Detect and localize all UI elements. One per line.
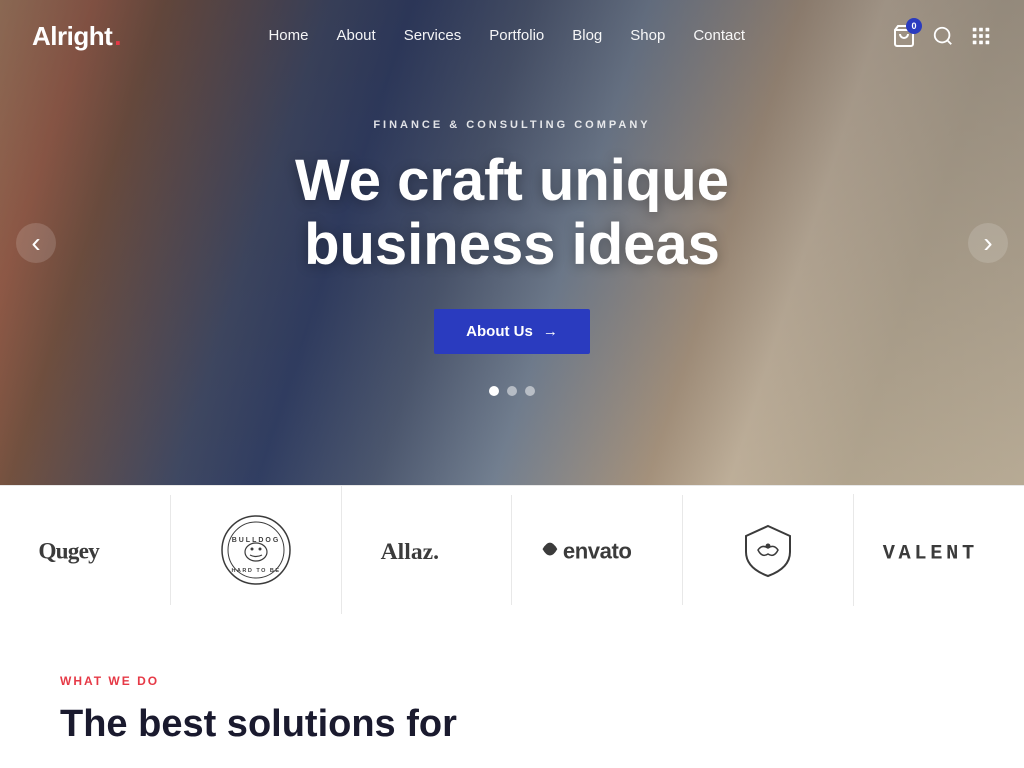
bulldog-logo: BULLDOG HARD TO BE: [220, 514, 292, 586]
nav-item-portfolio[interactable]: Portfolio: [489, 27, 544, 45]
hero-section: ‹ Finance & Consulting Company We craft …: [0, 0, 1024, 485]
navbar: Alright . Home About Services Portfolio …: [0, 0, 1024, 72]
nav-item-blog[interactable]: Blog: [572, 27, 602, 45]
svg-text:VALENT: VALENT: [883, 542, 978, 565]
logos-band: Qugey BULLDOG HARD TO BE Allaz. envato: [0, 485, 1024, 614]
nav-item-services[interactable]: Services: [404, 27, 462, 45]
navbar-actions: 0: [892, 24, 992, 48]
logo-bulldog: BULLDOG HARD TO BE: [171, 486, 342, 614]
brand-dot: .: [114, 21, 121, 52]
valent-logo: VALENT: [879, 531, 999, 569]
brand-logo[interactable]: Alright .: [32, 21, 122, 52]
shield-logo: [740, 522, 796, 578]
svg-text:Allaz.: Allaz.: [380, 539, 438, 565]
nav-links: Home About Services Portfolio Blog Shop …: [268, 27, 745, 45]
cart-button[interactable]: 0: [892, 24, 916, 48]
hero-cta-label: About Us: [466, 323, 533, 340]
nav-item-contact[interactable]: Contact: [693, 27, 745, 45]
hero-title-line1: We craft unique: [295, 148, 729, 213]
logo-valent: VALENT: [854, 495, 1024, 605]
search-icon: [932, 25, 954, 47]
hero-dots: [295, 386, 729, 396]
section-title: The best solutions for: [60, 702, 964, 748]
hero-next-button[interactable]: ›: [968, 223, 1008, 263]
hero-cta-button[interactable]: About Us →: [434, 309, 590, 354]
nav-item-shop[interactable]: Shop: [630, 27, 665, 45]
brand-name: Alright: [32, 21, 112, 52]
hero-subtitle: Finance & Consulting Company: [295, 119, 729, 131]
grid-menu-button[interactable]: [970, 25, 992, 47]
hero-dot-2[interactable]: [507, 386, 517, 396]
nav-item-home[interactable]: Home: [268, 27, 308, 45]
svg-text:Qugey: Qugey: [38, 538, 100, 564]
allaz-logo: Allaz.: [377, 531, 477, 569]
logo-envato: envato: [512, 495, 683, 605]
envato-logo: envato: [537, 531, 657, 569]
hero-dot-3[interactable]: [525, 386, 535, 396]
grid-icon: [970, 25, 992, 47]
search-button[interactable]: [932, 25, 954, 47]
logo-shield: [683, 494, 854, 606]
qugey-logo: Qugey: [35, 531, 135, 569]
hero-title-line2: business ideas: [304, 212, 720, 277]
hero-dot-1[interactable]: [489, 386, 499, 396]
cart-badge: 0: [906, 18, 922, 34]
nav-item-about[interactable]: About: [336, 27, 375, 45]
logo-qugey: Qugey: [0, 495, 171, 605]
section-label: WHAT WE DO: [60, 674, 964, 688]
hero-content: Finance & Consulting Company We craft un…: [275, 119, 749, 396]
svg-text:HARD TO BE: HARD TO BE: [231, 568, 280, 574]
hero-prev-button[interactable]: ‹: [16, 223, 56, 263]
svg-text:envato: envato: [563, 538, 632, 563]
logo-allaz: Allaz.: [342, 495, 513, 605]
hero-title: We craft unique business ideas: [295, 149, 729, 277]
hero-cta-arrow: →: [543, 323, 558, 340]
